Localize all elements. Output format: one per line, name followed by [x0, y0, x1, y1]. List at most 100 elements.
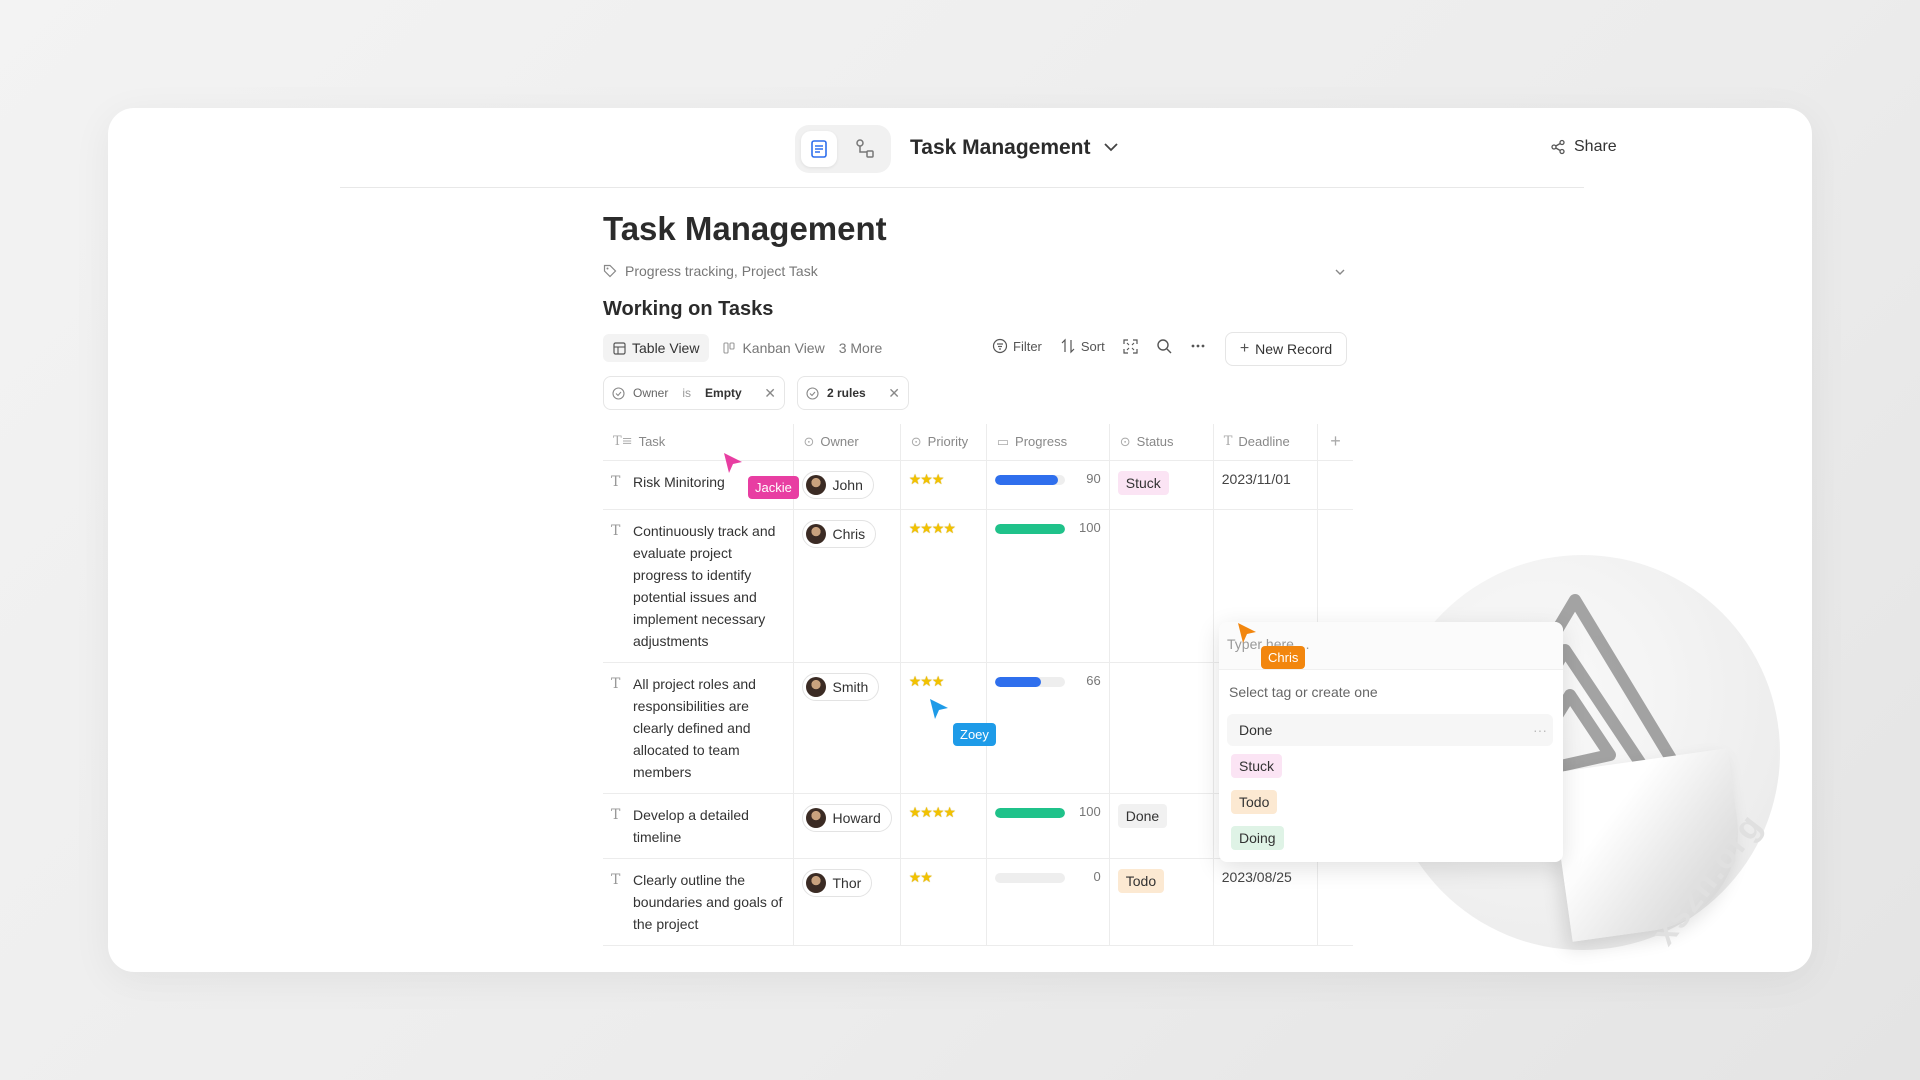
owner-cell[interactable]: John	[792, 459, 901, 510]
page-tags[interactable]: Progress tracking, Project Task	[603, 263, 818, 279]
tag-todo: Todo	[1231, 790, 1278, 814]
tag-option-done[interactable]: Done ···	[1227, 714, 1553, 746]
cursor-label-chris: Chris	[1261, 646, 1306, 669]
priority-stars: ★★★	[908, 470, 945, 487]
progress-value: 100	[1079, 519, 1101, 535]
progress-cell[interactable]: 90	[985, 459, 1110, 510]
status-cell[interactable]: Stuck	[1108, 459, 1214, 510]
task-cell[interactable]: T All project roles and responsibilities …	[603, 661, 794, 794]
rules-chip[interactable]: 2 rules ✕	[797, 376, 909, 410]
tag-option-stuck[interactable]: Stuck	[1227, 750, 1553, 782]
tag-done: Done	[1239, 722, 1273, 738]
status-cell[interactable]	[1108, 508, 1214, 663]
owner-cell[interactable]: Smith	[792, 661, 901, 794]
owner-name: Howard	[832, 809, 881, 826]
new-record-button[interactable]: + New Record	[1225, 332, 1347, 366]
owner-chip[interactable]: Smith	[801, 672, 880, 701]
expand-icon[interactable]	[1123, 338, 1138, 354]
progress-cell[interactable]: 66	[985, 661, 1110, 794]
owner-chip[interactable]: Thor	[801, 868, 873, 897]
table-row[interactable]: T Clearly outline the boundaries and goal…	[603, 857, 1354, 946]
header-row: T≡ Task ⊙ Owner ⊙ Priority ▭ Progress ⊙ Statu…	[603, 424, 1354, 461]
deadline-cell[interactable]: 2023/11/01	[1212, 459, 1318, 510]
priority-col-icon: ⊙	[910, 433, 922, 449]
close-icon[interactable]: ✕	[888, 385, 900, 402]
col-owner[interactable]: ⊙ Owner	[792, 424, 901, 461]
task-cell[interactable]: T Develop a detailed timeline	[603, 792, 794, 859]
tag-option-todo[interactable]: Todo	[1227, 786, 1553, 818]
progress-value: 66	[1086, 672, 1101, 688]
status-cell[interactable]: Done	[1108, 792, 1214, 859]
progress-cell[interactable]: 100	[985, 792, 1110, 859]
progress-bar	[994, 523, 1065, 534]
text-field-icon: T≡	[613, 434, 633, 450]
owner-chip[interactable]: John	[801, 470, 874, 499]
col-deadline-label: Deadline	[1238, 434, 1290, 450]
col-status[interactable]: ⊙ Status	[1108, 424, 1214, 461]
close-icon[interactable]: ✕	[764, 385, 776, 402]
owner-cell[interactable]: Thor	[792, 857, 901, 946]
deadline-cell[interactable]: 2023/08/25	[1212, 857, 1318, 946]
tab-kanban-view-label: Kanban View	[742, 340, 825, 356]
view-switcher	[795, 125, 891, 173]
more-icon[interactable]: ···	[1527, 722, 1553, 738]
empty-cell	[1316, 857, 1354, 946]
status-cell[interactable]: Todo	[1108, 857, 1214, 946]
share-button[interactable]: Share	[1550, 138, 1617, 156]
tags-text: Progress tracking, Project Task	[625, 263, 818, 279]
search-icon[interactable]	[1156, 338, 1172, 354]
col-priority-label: Priority	[927, 434, 969, 450]
chevron-down-icon[interactable]	[1102, 138, 1120, 156]
workflow-view-button[interactable]	[847, 131, 883, 167]
tag-option-doing[interactable]: Doing	[1227, 822, 1553, 854]
owner-name: Smith	[832, 678, 869, 695]
more-icon[interactable]	[1190, 338, 1206, 354]
document-view-button[interactable]	[801, 131, 837, 167]
col-progress[interactable]: ▭ Progress	[985, 424, 1110, 461]
progress-bar	[994, 807, 1065, 818]
deadline-value: 2023/08/25	[1221, 868, 1292, 885]
status-badge: Todo	[1117, 868, 1165, 893]
chevron-down-icon[interactable]	[1333, 265, 1347, 279]
col-deadline[interactable]: T Deadline	[1212, 424, 1318, 461]
filter-button[interactable]: Filter	[992, 338, 1042, 354]
owner-cell[interactable]: Howard	[792, 792, 901, 859]
progress-cell[interactable]: 0	[985, 857, 1110, 946]
text-type-icon: T	[611, 473, 621, 490]
priority-cell[interactable]: ★★★	[899, 459, 987, 510]
progress-value: 90	[1086, 470, 1101, 486]
kanban-icon	[723, 341, 736, 354]
add-column-button[interactable]: +	[1316, 424, 1354, 461]
tab-more[interactable]: 3 More	[839, 340, 883, 356]
status-cell[interactable]	[1108, 661, 1214, 794]
text-type-icon: T	[611, 522, 621, 539]
progress-fill	[994, 807, 1065, 818]
priority-cell[interactable]: ★★★★	[899, 792, 987, 859]
owner-cell[interactable]: Chris	[792, 508, 901, 663]
progress-cell[interactable]: 100	[985, 508, 1110, 663]
sort-button[interactable]: Sort	[1060, 338, 1105, 354]
plus-icon: +	[1239, 340, 1250, 357]
owner-chip[interactable]: Howard	[801, 803, 892, 832]
task-text: Develop a detailed timeline	[633, 806, 749, 845]
status-badge: Stuck	[1117, 470, 1169, 495]
col-priority[interactable]: ⊙ Priority	[899, 424, 987, 461]
tab-table-view[interactable]: Table View	[603, 334, 710, 362]
text-type-icon: T	[611, 871, 621, 888]
tab-kanban-view[interactable]: Kanban View	[723, 340, 825, 356]
owner-filter-chip[interactable]: Owner is Empty ✕	[603, 376, 785, 410]
task-cell[interactable]: T Clearly outline the boundaries and goal…	[603, 857, 794, 946]
table-row[interactable]: T Risk Minitoring John ★★★ 90 Stuck 2023/11/01	[603, 459, 1354, 510]
col-task[interactable]: T≡ Task	[603, 424, 794, 461]
avatar	[805, 676, 826, 697]
task-cell[interactable]: T Continuously track and evaluate project…	[603, 508, 794, 663]
progress-fill	[994, 676, 1041, 687]
sort-icon	[1061, 338, 1075, 354]
task-text: All project roles and responsibilities a…	[633, 675, 756, 780]
progress-bar	[994, 474, 1065, 485]
cursor-label-jackie: Jackie	[748, 476, 799, 499]
priority-cell[interactable]: ★★	[899, 857, 987, 946]
owner-chip[interactable]: Chris	[801, 519, 877, 548]
progress-fill	[994, 523, 1065, 534]
priority-cell[interactable]: ★★★★	[899, 508, 987, 663]
